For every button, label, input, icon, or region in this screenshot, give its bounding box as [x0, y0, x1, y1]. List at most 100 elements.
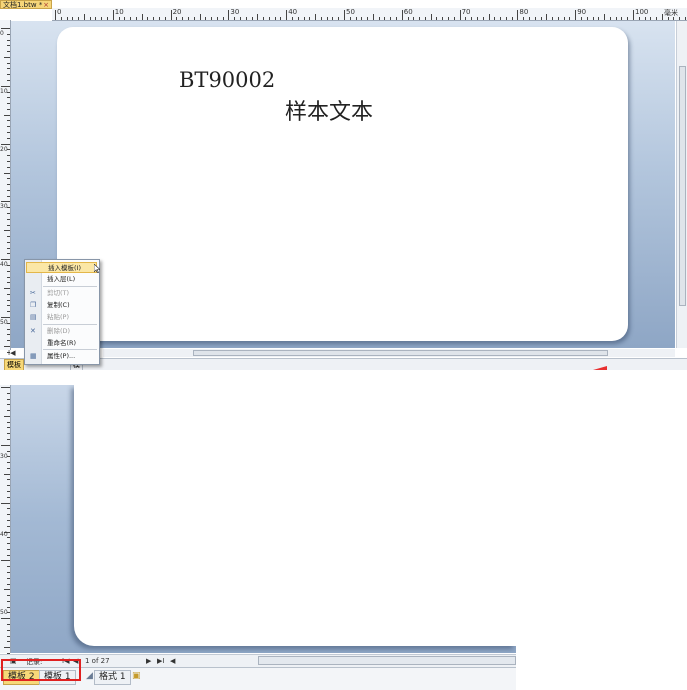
ruler-tick [355, 17, 357, 20]
ruler-tick [633, 10, 634, 20]
ruler-number: 0 [57, 8, 62, 16]
ruler-tick [401, 10, 403, 20]
ruler-tick [436, 17, 438, 20]
nav-first-button[interactable]: I◀ [8, 349, 15, 357]
ruler-tick [4, 172, 10, 174]
record-position[interactable]: 1 of 27 [85, 657, 110, 665]
ruler-tick [7, 236, 10, 238]
menu-item: ▤ 粘贴(P) [26, 312, 97, 323]
nav-next-button[interactable]: ▶ [146, 657, 151, 665]
ruler-tick [228, 10, 230, 20]
ruler-tick [615, 17, 617, 20]
scrollbar-thumb[interactable] [193, 350, 608, 356]
ruler-tick [1, 317, 10, 318]
ruler-tick [1, 259, 10, 261]
ruler-tick [390, 17, 392, 20]
ruler-tick [263, 17, 265, 20]
nav-last-button[interactable]: ▶I [157, 657, 164, 665]
tab-style-1[interactable]: 格式 1 [94, 670, 131, 685]
ruler-tick [4, 56, 10, 58]
ruler-tick [7, 548, 10, 550]
ruler-tick [7, 595, 10, 597]
ruler-tick [4, 589, 10, 591]
ruler-tick [7, 253, 10, 255]
tab-template[interactable]: 模板 [4, 359, 24, 370]
ruler-tick [7, 132, 10, 134]
ruler-tick [7, 571, 10, 573]
ruler-number: 50 [0, 609, 8, 616]
ruler-tick [170, 10, 172, 20]
ruler-tick [650, 17, 652, 20]
ruler-number: 40 [0, 531, 8, 538]
annotation-mark [593, 366, 607, 370]
ruler-tick [135, 17, 137, 20]
ruler-tick [7, 97, 10, 99]
ruler-tick [268, 17, 270, 20]
menu-item[interactable]: 插入层(L) [26, 274, 97, 285]
ruler-tick [685, 17, 687, 20]
ruler-tick [7, 45, 10, 47]
ruler-tick [147, 17, 149, 20]
ruler-tick [361, 17, 363, 20]
horizontal-scrollbar[interactable] [103, 349, 675, 357]
nav-prev-button[interactable]: ◀ [170, 657, 175, 665]
ruler-tick [234, 17, 236, 20]
menu-item-label: 粘贴(P) [47, 313, 69, 321]
ruler-tick [563, 17, 565, 20]
new-tab-icon[interactable]: ▣ [128, 670, 145, 683]
ruler-tick [159, 17, 161, 20]
ruler-tick [326, 17, 328, 20]
scissors-icon: ✂ [30, 289, 36, 297]
ruler-tick [7, 334, 10, 336]
menu-item[interactable]: ❐ 复制(C) [26, 300, 97, 311]
scrollbar-thumb[interactable] [679, 66, 686, 306]
ruler-tick [7, 126, 10, 128]
ruler-tick [7, 479, 10, 481]
ruler-tick [546, 14, 548, 20]
ruler-number: 20 [172, 8, 182, 16]
ruler-tick [7, 51, 10, 53]
horizontal-scrollbar[interactable] [258, 656, 516, 665]
ruler-tick [7, 543, 10, 545]
ruler-tick [7, 39, 10, 41]
label-sample-text[interactable]: 样本文本 [285, 94, 373, 126]
vertical-scrollbar[interactable] [676, 21, 687, 348]
ruler-tick [627, 17, 629, 20]
ruler-tick [534, 17, 536, 20]
ruler-tick [488, 14, 490, 20]
ruler-number: 20 [0, 145, 8, 153]
horizontal-ruler: 0 10 20 30 40 50 60 70 80 90 100 毫米 [52, 8, 687, 21]
ruler-tick [205, 17, 207, 20]
menu-item[interactable]: 重命名(R) [26, 338, 97, 349]
layer-tab-strip: 模板 模 [0, 358, 687, 370]
label-surface[interactable] [57, 27, 628, 341]
ruler-tick [72, 17, 74, 20]
ruler-tick [372, 14, 374, 20]
label-code-text[interactable]: BT90002 [179, 68, 275, 92]
menu-separator [43, 349, 97, 350]
ruler-tick [280, 17, 282, 20]
ruler-tick [586, 17, 588, 20]
ruler-tick [7, 508, 10, 510]
ruler-tick [7, 404, 10, 406]
ruler-tick [7, 33, 10, 35]
ruler-tick [7, 120, 10, 122]
ruler-tick [7, 641, 10, 643]
ruler-tick [638, 17, 640, 20]
ruler-tick [7, 160, 10, 162]
ruler-tick [430, 14, 432, 20]
close-icon[interactable]: × [43, 1, 49, 10]
document-tab[interactable]: 文档1.btw * × [0, 0, 52, 9]
ruler-tick [309, 17, 311, 20]
ruler-number: 40 [0, 261, 8, 269]
ruler-tick [124, 17, 126, 20]
label-surface[interactable] [74, 385, 516, 646]
ruler-tick [95, 17, 97, 20]
menu-item[interactable]: 插入模板(I) [26, 262, 97, 273]
ruler-tick [413, 17, 415, 20]
ruler-tick [66, 17, 68, 20]
ruler-tick [465, 17, 467, 20]
ruler-tick [257, 14, 259, 20]
ruler-tick [7, 195, 10, 197]
menu-item[interactable]: ▦ 属性(P)... [26, 351, 97, 362]
